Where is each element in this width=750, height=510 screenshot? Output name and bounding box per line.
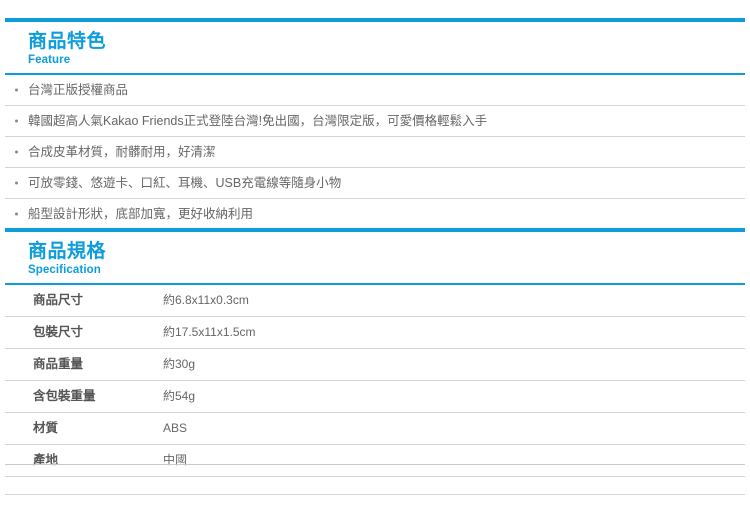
spec-row-label: 含包裝重量 bbox=[33, 389, 96, 403]
spec-row-value: 約6.8x11x0.3cm bbox=[163, 293, 249, 307]
feature-item-text: 可放零錢、悠遊卡、口紅、耳機、USB充電線等隨身小物 bbox=[28, 176, 342, 190]
specification-title-en: Specification bbox=[28, 264, 101, 276]
spec-row-value: 約54g bbox=[163, 389, 196, 403]
feature-list-item: 合成皮革材質，耐髒耐用，好清潔 bbox=[5, 137, 745, 168]
spec-row-label: 商品尺寸 bbox=[33, 293, 84, 307]
spec-table-spacer-row bbox=[5, 477, 745, 495]
spec-row: 商品重量 約30g bbox=[5, 349, 745, 381]
feature-list-item: 台灣正版授權商品 bbox=[5, 75, 745, 106]
feature-item-text: 合成皮革材質，耐髒耐用，好清潔 bbox=[28, 145, 216, 159]
feature-list-item: 韓國超高人氣Kakao Friends正式登陸台灣!免出國，台灣限定版，可愛價格… bbox=[5, 106, 745, 137]
spec-row: 含包裝重量 約54g bbox=[5, 381, 745, 413]
specification-section: 商品規格 Specification 商品尺寸 約6.8x11x0.3cm 包裝尺寸… bbox=[0, 228, 750, 495]
bullet-dot-icon bbox=[15, 212, 18, 216]
spec-row: 包裝尺寸 約17.5x11x1.5cm bbox=[5, 317, 745, 349]
feature-list-item: 船型設計形狀，底部加寬，更好收納利用 bbox=[5, 199, 745, 230]
spec-row-value: 約30g bbox=[163, 357, 196, 371]
bullet-dot-icon bbox=[15, 88, 18, 92]
bullet-dot-icon bbox=[15, 150, 18, 154]
feature-item-text: 台灣正版授權商品 bbox=[28, 83, 129, 97]
spec-spacer-cell bbox=[163, 477, 745, 495]
specification-section-header: 商品規格 Specification bbox=[0, 232, 750, 283]
spec-row: 產地 中國 bbox=[5, 445, 745, 477]
feature-item-text: 船型設計形狀，底部加寬，更好收納利用 bbox=[28, 207, 254, 221]
spec-row-label: 材質 bbox=[33, 421, 59, 435]
specification-title-cn: 商品規格 bbox=[28, 241, 107, 262]
product-detail-page: 商品特色 Feature 台灣正版授權商品韓國超高人氣Kakao Friends… bbox=[0, 0, 750, 510]
bullet-dot-icon bbox=[15, 119, 18, 123]
spec-row: 商品尺寸 約6.8x11x0.3cm bbox=[5, 285, 745, 317]
spec-row-value: 中國 bbox=[163, 453, 188, 467]
bullet-dot-icon bbox=[15, 181, 18, 185]
feature-title-en: Feature bbox=[28, 54, 71, 66]
feature-section: 商品特色 Feature 台灣正版授權商品韓國超高人氣Kakao Friends… bbox=[0, 18, 750, 230]
feature-title-cn: 商品特色 bbox=[28, 31, 107, 52]
spec-row-label: 產地 bbox=[33, 453, 59, 467]
spec-row-label: 商品重量 bbox=[33, 357, 84, 371]
page-bottom-rule bbox=[5, 464, 745, 465]
feature-section-header: 商品特色 Feature bbox=[0, 22, 750, 73]
spec-row-value: ABS bbox=[163, 421, 188, 435]
feature-list-item: 可放零錢、悠遊卡、口紅、耳機、USB充電線等隨身小物 bbox=[5, 168, 745, 199]
feature-item-text: 韓國超高人氣Kakao Friends正式登陸台灣!免出國，台灣限定版，可愛價格… bbox=[28, 114, 488, 128]
feature-list: 台灣正版授權商品韓國超高人氣Kakao Friends正式登陸台灣!免出國，台灣… bbox=[0, 75, 750, 230]
spec-row: 材質 ABS bbox=[5, 413, 745, 445]
spec-row-label: 包裝尺寸 bbox=[33, 325, 84, 339]
spec-row-value: 約17.5x11x1.5cm bbox=[163, 325, 256, 339]
spec-spacer-cell bbox=[5, 477, 163, 495]
